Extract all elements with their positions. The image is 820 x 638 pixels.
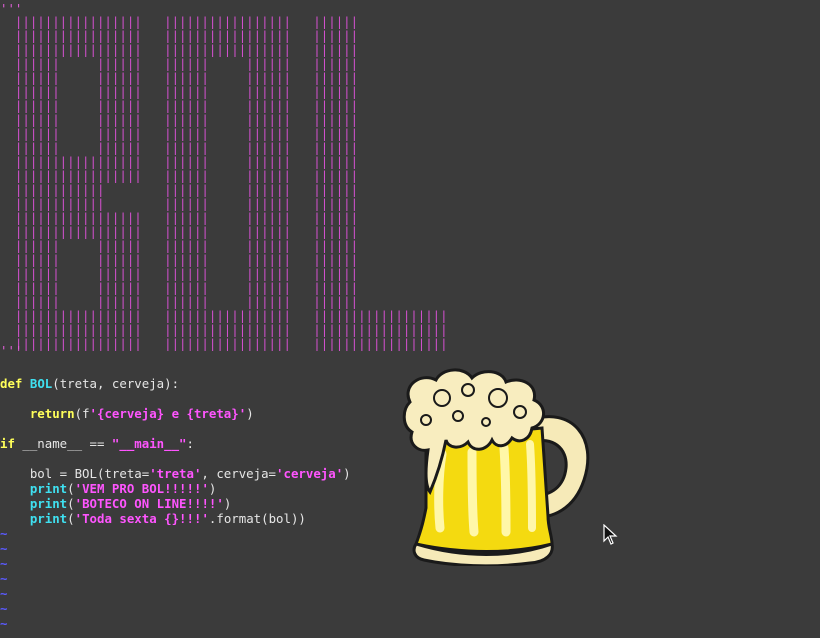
code-line-print-3: print('Toda sexta {}!!!'.format(bol)) (29, 511, 306, 526)
ascii-art-row: |||||| |||||| |||||| |||||| |||||| (0, 84, 359, 99)
ascii-art-row: |||||| |||||| |||||| |||||| |||||| (0, 56, 359, 71)
ascii-art-row: ||||||||||||||||| ||||||||||||||||| ||||… (0, 322, 448, 337)
ascii-art-row: ||||||||||||||||| |||||| |||||| |||||| (0, 210, 359, 225)
ascii-art-row: ||||||||||||||||| |||||| |||||| |||||| (0, 224, 359, 239)
ascii-art-row: |||||| |||||| |||||| |||||| |||||| (0, 266, 359, 281)
empty-line-tilde: ~ (0, 541, 8, 556)
ascii-art-row: |||||| |||||| |||||| |||||| |||||| (0, 238, 359, 253)
ascii-art-row: |||||| |||||| |||||| |||||| |||||| (0, 70, 359, 85)
ascii-art-row: ||||||||||||||||| ||||||||||||||||| ||||… (0, 28, 359, 43)
ascii-art-row: |||||| |||||| |||||| |||||| |||||| (0, 98, 359, 113)
docstring-close: ''' (0, 343, 23, 358)
code-line-assign: bol = BOL(treta='treta', cerveja='cervej… (0, 466, 351, 481)
empty-line-tilde: ~ (0, 571, 8, 586)
code-line-return: return(f'{cerveja} e {treta}') (29, 406, 254, 421)
empty-line-tilde: ~ (0, 586, 8, 601)
code-line-print-2: print('BOTECO ON LINE!!!!') (29, 496, 232, 511)
ascii-art-row: ||||||||||||||||| ||||||||||||||||| ||||… (0, 336, 448, 351)
mouse-pointer-icon (603, 524, 618, 545)
ascii-art-row: |||||| |||||| |||||| |||||| |||||| (0, 126, 359, 141)
code-line-print-1: print('VEM PRO BOL!!!!!') (29, 481, 217, 496)
code-line-def: def BOL(treta, cerveja): (0, 376, 180, 391)
ascii-art-row: |||||| |||||| |||||| |||||| |||||| (0, 294, 359, 309)
code-line-if: if __name__ == "__main__": (0, 436, 194, 451)
ascii-art-row: ||||||||||||||||| ||||||||||||||||| ||||… (0, 14, 359, 29)
empty-line-tilde: ~ (0, 601, 8, 616)
empty-line-tilde: ~ (0, 616, 8, 631)
empty-line-tilde: ~ (0, 526, 8, 541)
ascii-art-row: |||||||||||| |||||| |||||| |||||| (0, 182, 359, 197)
beer-mug-icon (402, 368, 590, 566)
empty-line-tilde: ~ (0, 556, 8, 571)
ascii-art-row: ||||||||||||||||| |||||| |||||| |||||| (0, 154, 359, 169)
ascii-art-row: |||||| |||||| |||||| |||||| |||||| (0, 280, 359, 295)
ascii-art-row: ||||||||||||||||| ||||||||||||||||| ||||… (0, 308, 448, 323)
ascii-art-row: |||||||||||| |||||| |||||| |||||| (0, 196, 359, 211)
ascii-art-row: ||||||||||||||||| ||||||||||||||||| ||||… (0, 42, 359, 57)
ascii-art-row: |||||| |||||| |||||| |||||| |||||| (0, 252, 359, 267)
ascii-art-row: |||||| |||||| |||||| |||||| |||||| (0, 140, 359, 155)
ascii-art-row: ||||||||||||||||| |||||| |||||| |||||| (0, 168, 359, 183)
ascii-art-row: |||||| |||||| |||||| |||||| |||||| (0, 112, 359, 127)
